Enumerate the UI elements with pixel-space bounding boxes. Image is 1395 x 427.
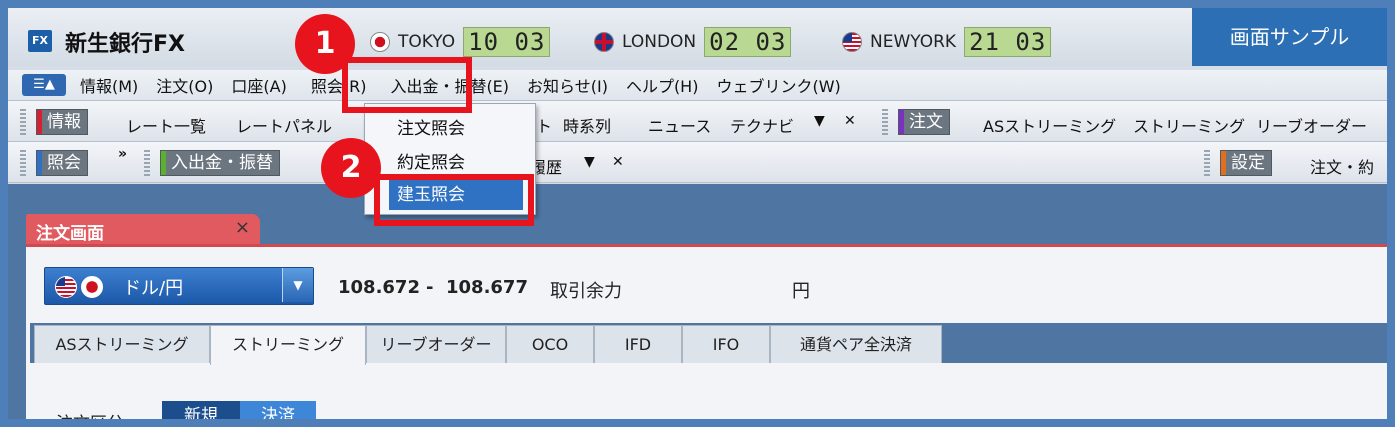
rate-separator: - <box>426 277 434 298</box>
toolbar-grip[interactable] <box>20 148 26 176</box>
bid-rate: 108.672 <box>338 277 420 298</box>
clock-london: LONDON 02 03 <box>594 27 792 57</box>
toolbar-rate-list[interactable]: レート一覧 <box>126 113 206 137</box>
tab-oco[interactable]: OCO <box>506 325 594 363</box>
clock-time: 02 03 <box>704 27 792 57</box>
order-window-title: 注文画面 <box>36 224 104 244</box>
us-flag-icon <box>842 32 862 52</box>
order-type-settle-button[interactable]: 決済 <box>240 401 316 419</box>
dropdown-execution-inquiry[interactable]: 約定照会 <box>397 148 465 173</box>
toolbar-dropdown-icon[interactable]: ▼ <box>814 113 825 129</box>
settings-tag: 設定 <box>1220 150 1272 176</box>
toolbar-technavi[interactable]: テクナビ <box>730 113 794 137</box>
deposit-tag: 入出金・振替 <box>160 150 280 176</box>
toolbar-close-icon[interactable]: ✕ <box>844 113 856 129</box>
info-tag-label: 情報 <box>47 112 81 132</box>
close-icon[interactable]: × <box>235 217 250 238</box>
clock-city: TOKYO <box>398 32 456 52</box>
app-title: 新生銀行FX <box>65 32 185 57</box>
margin-unit: 円 <box>792 281 810 302</box>
menu-weblink[interactable]: ウェブリンク(W) <box>716 73 840 97</box>
us-flag-icon <box>55 276 77 298</box>
margin-label: 取引余力 <box>550 281 622 302</box>
menu-toggle-button[interactable]: ☰▲ <box>22 74 66 96</box>
ask-rate: 108.677 <box>446 277 528 298</box>
clock-time: 21 03 <box>964 27 1052 57</box>
toolbar-grip[interactable] <box>1204 148 1210 176</box>
toolbar-streaming[interactable]: ストリーミング <box>1133 113 1245 137</box>
tab-as-streaming[interactable]: ASストリーミング <box>34 325 210 363</box>
tab-ifd[interactable]: IFD <box>594 325 682 363</box>
clock-city: LONDON <box>622 32 697 52</box>
order-type-label: 注文区分: <box>56 409 130 419</box>
tab-streaming[interactable]: ストリーミング <box>210 325 366 365</box>
fx-logo-icon: FX <box>28 30 52 52</box>
toolbar-as-streaming[interactable]: ASストリーミング <box>983 113 1116 137</box>
toolbar-rate-panel[interactable]: レートパネル <box>236 113 332 137</box>
step-badge-1: 1 <box>295 14 355 74</box>
sample-badge: 画面サンプル <box>1192 8 1387 66</box>
clock-newyork: NEWYORK 21 03 <box>842 27 1052 57</box>
jp-flag-icon <box>370 32 390 52</box>
menu-account[interactable]: 口座(A) <box>231 73 286 97</box>
toolbar-hidden-item[interactable]: ト <box>536 113 552 137</box>
settings-tag-label: 設定 <box>1231 153 1265 173</box>
inquiry-tag: 照会 <box>36 150 88 176</box>
toolbar-news[interactable]: ニュース <box>648 113 711 137</box>
toolbar-leave-order[interactable]: リーブオーダー <box>1256 113 1367 137</box>
tab-pair-settle-all[interactable]: 通貨ペア全決済 <box>770 325 942 363</box>
info-tag: 情報 <box>36 109 88 135</box>
toolbar-grip[interactable] <box>882 107 888 135</box>
order-tag-label: 注文 <box>909 112 943 132</box>
title-bar: FX 新生銀行FX TOKYO 10 03 LONDON 02 03 NEWYO… <box>8 8 1387 66</box>
tab-ifo[interactable]: IFO <box>682 325 770 363</box>
menu-notices[interactable]: お知らせ(I) <box>527 73 608 97</box>
highlight-box-menu-inquiry <box>342 57 472 113</box>
menu-help[interactable]: ヘルプ(H) <box>626 73 699 97</box>
menu-info[interactable]: 情報(M) <box>80 73 138 97</box>
dropdown-order-inquiry[interactable]: 注文照会 <box>397 114 465 139</box>
toolbar-timeseries[interactable]: 時系列 <box>563 113 611 137</box>
toolbar-dropdown-icon[interactable]: ▼ <box>584 154 595 170</box>
clock-time: 10 03 <box>463 27 551 57</box>
uk-flag-icon <box>594 32 614 52</box>
tab-leave-order[interactable]: リーブオーダー <box>366 325 506 363</box>
order-window: ドル/円 ▼ 108.672 - 108.677 取引余力 円 ASストリーミン… <box>26 244 1387 419</box>
menu-bar: ☰▲ 情報(M) 注文(O) 口座(A) 照会(R) 入出金・振替(E) お知ら… <box>8 70 1387 101</box>
screenshot-frame: FX 新生銀行FX TOKYO 10 03 LONDON 02 03 NEWYO… <box>0 0 1395 427</box>
chevron-down-icon[interactable]: ▼ <box>282 268 313 302</box>
order-type-new-button[interactable]: 新規 <box>162 401 240 419</box>
clock-tokyo: TOKYO 10 03 <box>370 27 551 57</box>
toolbar-inquiry: 照会 » 入出金・振替 履歴 ▼ ✕ 設定 注文・約 <box>8 142 1387 183</box>
jp-flag-icon <box>81 276 103 298</box>
deposit-tag-label: 入出金・振替 <box>171 153 273 173</box>
toolbar-close-icon[interactable]: ✕ <box>612 154 624 170</box>
toolbar-grip[interactable] <box>144 148 150 176</box>
currency-pair-select[interactable]: ドル/円 ▼ <box>44 267 314 305</box>
toolbar-order-settings[interactable]: 注文・約 <box>1310 154 1374 178</box>
highlight-box-position-inquiry <box>374 174 534 226</box>
toolbar-overflow-icon[interactable]: » <box>118 146 127 162</box>
fx-application-window: FX 新生銀行FX TOKYO 10 03 LONDON 02 03 NEWYO… <box>8 8 1387 419</box>
clock-city: NEWYORK <box>870 32 957 52</box>
inquiry-tag-label: 照会 <box>47 153 81 173</box>
menu-order[interactable]: 注文(O) <box>156 73 213 97</box>
toolbar-info: 情報 レート一覧 レートパネル ト 時系列 ニュース テクナビ ▼ ✕ 注文 A… <box>8 101 1387 142</box>
toolbar-grip[interactable] <box>20 107 26 135</box>
order-type-tabs: ASストリーミング ストリーミング リーブオーダー OCO IFD IFO 通貨… <box>30 323 1387 365</box>
step-badge-2: 2 <box>321 138 381 198</box>
order-tag: 注文 <box>898 109 950 135</box>
order-window-tab[interactable]: 注文画面 × <box>26 214 260 244</box>
currency-pair-label: ドル/円 <box>123 278 184 299</box>
